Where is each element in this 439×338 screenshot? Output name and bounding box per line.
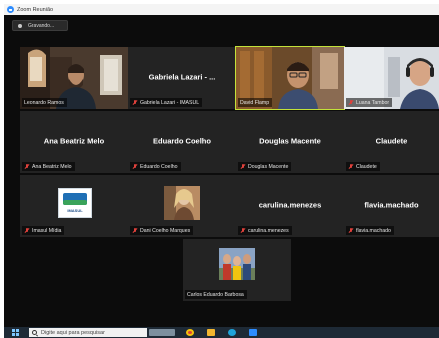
title-bar: Zoom Reunião xyxy=(4,4,439,15)
profile-photo xyxy=(164,186,200,220)
recording-label: Gravando... xyxy=(28,22,55,29)
participant-name-label: Luana Tambor xyxy=(346,98,393,107)
participant-name-label: carulina.menezes xyxy=(238,226,292,235)
recording-indicator[interactable]: Gravando... xyxy=(12,20,68,31)
windows-taskbar: Digite aqui para pesquisar xyxy=(4,327,439,338)
mic-muted-icon xyxy=(132,163,138,170)
participant-tile[interactable]: Gabriela Lazari - ... Gabriela Lazari - … xyxy=(128,47,236,109)
taskbar-photo-thumbnail-icon[interactable] xyxy=(149,329,175,336)
participant-tile[interactable]: carulina.menezes carulina.menezes xyxy=(236,175,344,237)
imasul-logo: IMASUL xyxy=(58,188,92,218)
participant-display-name: Ana Beatriz Melo xyxy=(43,136,105,146)
participant-tile[interactable]: Carlos Eduardo Barbosa xyxy=(183,239,291,301)
taskbar-search-input[interactable]: Digite aqui para pesquisar xyxy=(29,328,147,337)
participant-name-label: Imasul Mídia xyxy=(22,226,65,235)
participant-name-label: Gabriela Lazari - IMASUL xyxy=(130,98,203,107)
mic-muted-icon xyxy=(348,163,354,170)
participant-name-label: Eduardo Coelho xyxy=(130,162,181,171)
group-photo xyxy=(219,248,255,280)
participant-name-label: Dani Coelho Marques xyxy=(130,226,194,235)
mic-muted-icon xyxy=(348,99,354,106)
mic-muted-icon xyxy=(240,227,246,234)
participant-display-name: Gabriela Lazari - ... xyxy=(148,72,216,82)
participant-name-label: Carlos Eduardo Barbosa xyxy=(185,290,247,299)
zoom-window: Zoom Reunião Gravando... Leonardo Ramos … xyxy=(4,4,439,338)
participant-name-label: Douglas Macente xyxy=(238,162,292,171)
imasul-logo-wave xyxy=(63,200,87,205)
windows-start-icon[interactable] xyxy=(12,329,19,336)
participant-name-label: Ana Beatriz Melo xyxy=(22,162,75,171)
chrome-icon[interactable] xyxy=(186,329,194,336)
participant-tile[interactable]: flavia.machado flavia.machado xyxy=(344,175,439,237)
participant-display-name: Eduardo Coelho xyxy=(153,136,211,146)
participant-name-label: Leonardo Ramos xyxy=(22,98,67,107)
participant-tile[interactable]: Ana Beatriz Melo Ana Beatriz Melo xyxy=(20,111,128,173)
mic-muted-icon xyxy=(24,227,30,234)
mic-muted-icon xyxy=(132,227,138,234)
recording-dot-icon xyxy=(18,23,22,28)
participant-tile[interactable]: IMASUL Imasul Mídia xyxy=(20,175,128,237)
file-explorer-icon[interactable] xyxy=(207,329,215,336)
participant-tile[interactable]: Leonardo Ramos xyxy=(20,47,128,109)
imasul-logo-text: IMASUL xyxy=(67,208,83,213)
zoom-logo-icon xyxy=(7,6,14,13)
participant-tile[interactable]: Dani Coelho Marques xyxy=(128,175,236,237)
participant-tile[interactable]: Luana Tambor xyxy=(344,47,439,109)
participant-tile[interactable]: Eduardo Coelho Eduardo Coelho xyxy=(128,111,236,173)
participant-name-label: David Flamp xyxy=(238,98,273,107)
edge-icon[interactable] xyxy=(228,329,236,336)
participant-tile[interactable]: Douglas Macente Douglas Macente xyxy=(236,111,344,173)
zoom-taskbar-icon[interactable] xyxy=(249,329,257,336)
participant-name-label: flavia.machado xyxy=(346,226,394,235)
mic-muted-icon xyxy=(240,163,246,170)
mic-muted-icon xyxy=(132,99,138,106)
participant-display-name: flavia.machado xyxy=(364,200,419,210)
participant-tile-active-speaker[interactable]: David Flamp xyxy=(235,46,345,110)
window-title: Zoom Reunião xyxy=(17,6,54,13)
participant-tile[interactable]: Claudete Claudete xyxy=(344,111,439,173)
participant-display-name: Douglas Macente xyxy=(259,136,321,146)
search-placeholder: Digite aqui para pesquisar xyxy=(41,329,105,336)
mic-muted-icon xyxy=(24,163,30,170)
mic-muted-icon xyxy=(348,227,354,234)
participant-display-name: carulina.menezes xyxy=(258,200,322,210)
participant-display-name: Claudete xyxy=(375,136,408,146)
search-icon xyxy=(32,330,37,335)
participant-name-label: Claudete xyxy=(346,162,380,171)
